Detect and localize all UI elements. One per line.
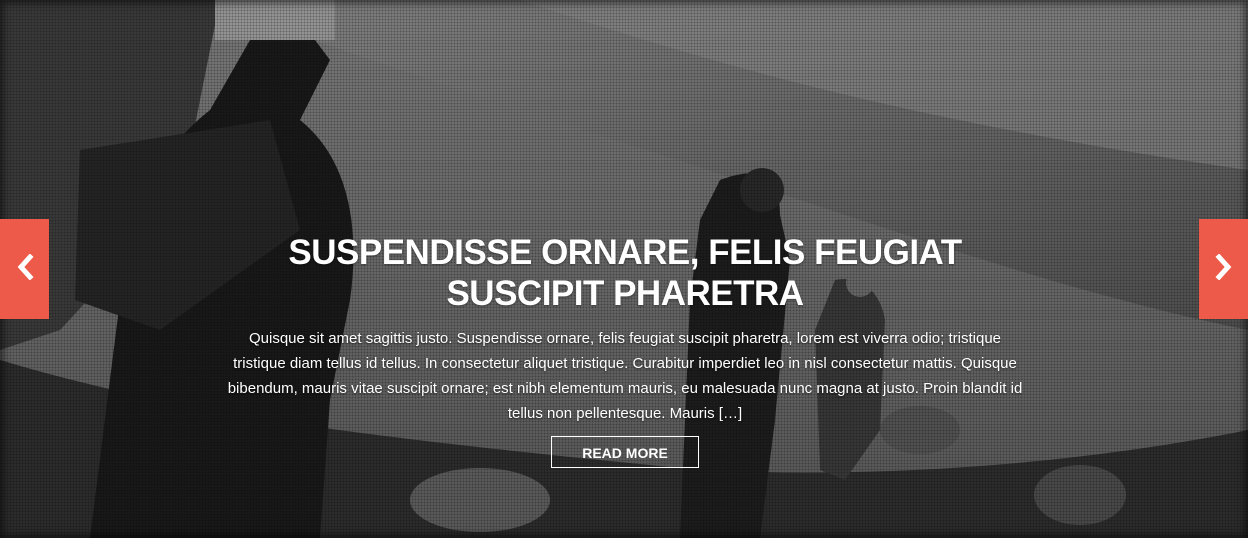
prev-slide-button[interactable] xyxy=(0,219,49,319)
slide-caption: SUSPENDISSE ORNARE, FELIS FEUGIAT SUSCIP… xyxy=(222,232,1028,468)
read-more-button[interactable]: READ MORE xyxy=(551,436,699,468)
slide-excerpt: Quisque sit amet sagittis justo. Suspend… xyxy=(227,330,1023,422)
hero-slider: SUSPENDISSE ORNARE, FELIS FEUGIAT SUSCIP… xyxy=(0,0,1248,538)
next-slide-button[interactable] xyxy=(1199,219,1248,319)
chevron-left-icon xyxy=(15,252,35,285)
chevron-right-icon xyxy=(1214,252,1234,285)
slide-title[interactable]: SUSPENDISSE ORNARE, FELIS FEUGIAT SUSCIP… xyxy=(222,232,1028,314)
